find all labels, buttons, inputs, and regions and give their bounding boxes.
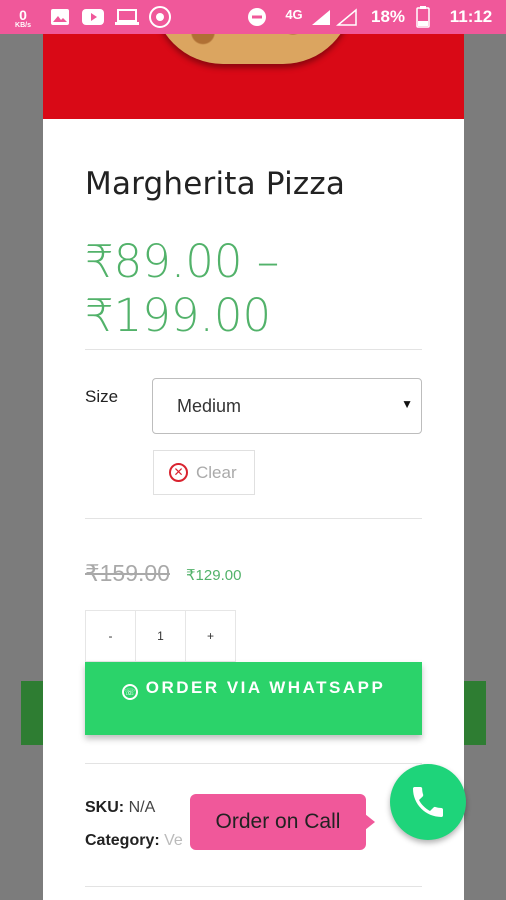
- quantity-stepper: - 1 +: [85, 610, 236, 662]
- signal-icon: [310, 8, 332, 26]
- regular-price: ₹159.00: [85, 560, 170, 586]
- whatsapp-icon: ☏: [121, 684, 138, 700]
- dnd-icon: [247, 8, 267, 26]
- sku-label: SKU:: [85, 799, 125, 816]
- battery-percent: 18%: [370, 7, 406, 26]
- category-row: Category: Ve: [85, 832, 183, 850]
- price-range: ₹89.00 – ₹199.00: [85, 235, 280, 342]
- call-button[interactable]: [390, 764, 466, 840]
- size-label: Size: [85, 387, 119, 406]
- divider: [85, 886, 422, 887]
- quantity-decrease-button[interactable]: -: [85, 610, 136, 662]
- signal-empty-icon: [336, 8, 358, 26]
- browser-icon: [148, 6, 172, 28]
- pizza-image: [153, 34, 353, 64]
- youtube-icon: [81, 8, 105, 26]
- network-type: 4G: [285, 6, 303, 22]
- size-selected-value: Medium: [177, 395, 242, 416]
- product-image: [43, 34, 464, 119]
- size-select[interactable]: Medium ▼: [152, 378, 422, 434]
- category-label: Category:: [85, 832, 160, 849]
- order-on-call-label: Order on Call: [215, 810, 341, 833]
- order-button-label: ORDER VIA WHATSAPP: [145, 678, 386, 697]
- gallery-icon: [50, 8, 70, 26]
- sale-price: ₹129.00: [186, 567, 242, 584]
- quantity-increase-button[interactable]: +: [185, 610, 236, 662]
- divider: [85, 349, 422, 350]
- battery-icon: [416, 6, 430, 28]
- divider: [85, 518, 422, 519]
- clear-label: Clear: [196, 462, 237, 482]
- order-on-call-tooltip[interactable]: Order on Call: [190, 794, 375, 850]
- dropdown-arrow-icon: ▼: [401, 397, 413, 411]
- phone-icon: [413, 787, 443, 817]
- clock: 11:12: [449, 7, 493, 26]
- order-via-whatsapp-button[interactable]: ☏ ORDER VIA WHATSAPP: [85, 662, 422, 735]
- background-button-edge: [21, 681, 45, 745]
- laptop-icon: [115, 8, 139, 26]
- product-title: Margherita Pizza: [85, 166, 346, 202]
- background-button-edge: [463, 681, 486, 745]
- sku-value: N/A: [128, 799, 156, 816]
- product-quickview: Margherita Pizza ₹89.00 – ₹199.00 Size M…: [43, 34, 464, 900]
- divider: [85, 763, 422, 764]
- sku-row: SKU: N/A: [85, 799, 155, 817]
- clear-icon: ✕: [169, 463, 188, 482]
- network-speed: 0 KB/s: [15, 6, 31, 29]
- category-link[interactable]: Ve: [164, 832, 183, 849]
- quantity-input[interactable]: 1: [135, 610, 186, 662]
- status-bar: 0 KB/s 4G 18% 11:12: [0, 0, 506, 34]
- clear-button[interactable]: ✕ Clear: [153, 450, 255, 495]
